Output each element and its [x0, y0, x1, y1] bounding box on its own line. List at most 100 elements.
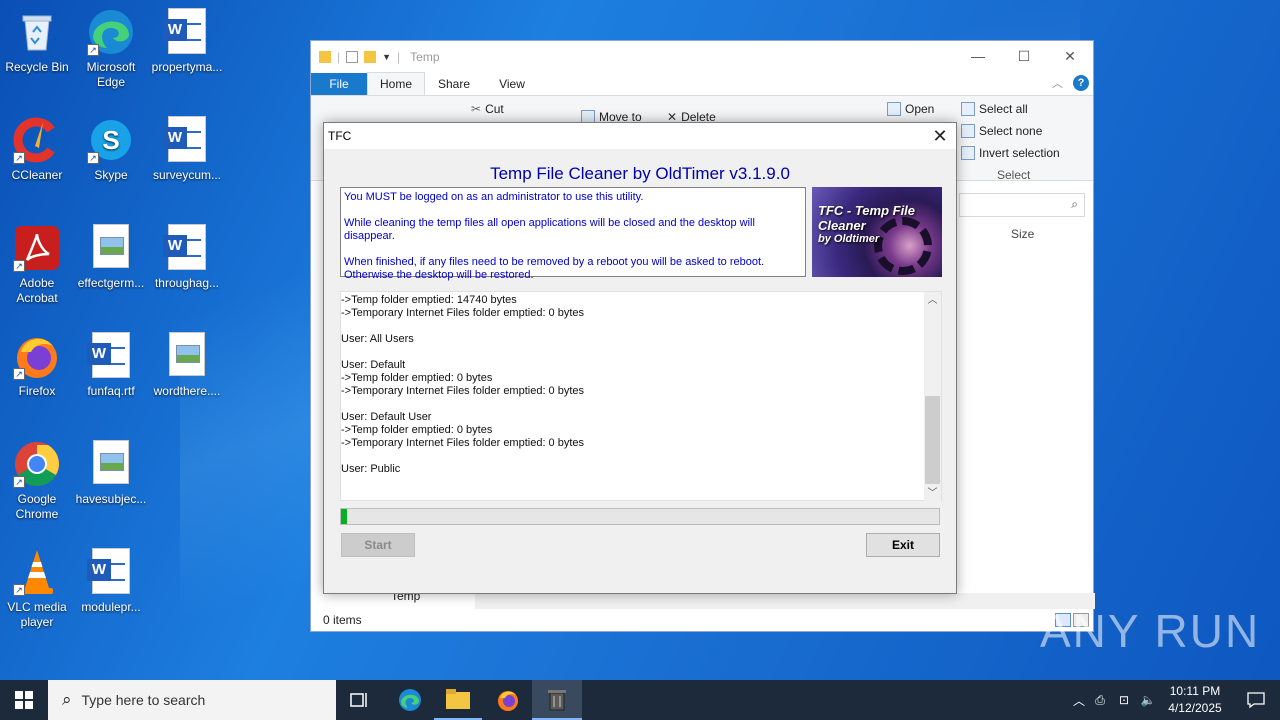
desktop-icon-label: Skype: [94, 168, 128, 182]
show-hidden-icons-icon[interactable]: ︿: [1070, 692, 1088, 709]
desktop-icon-label: effectgerm...: [77, 276, 145, 290]
anyrun-watermark: ANY RUN: [1040, 605, 1261, 657]
desktop-icon-label: propertyma...: [151, 60, 223, 74]
exit-button[interactable]: Exit: [866, 533, 940, 557]
word-document-icon: W: [163, 116, 211, 164]
select-none-icon: [961, 124, 975, 138]
invert-selection-button[interactable]: Invert selection: [961, 146, 1060, 160]
firefox-icon: [498, 691, 518, 711]
search-icon: ⌕: [62, 690, 72, 709]
invert-selection-icon: [961, 146, 975, 160]
select-all-button[interactable]: Select all: [961, 102, 1028, 116]
tfc-log-box[interactable]: ->Temp folder emptied: 14740 bytes ->Temp…: [340, 291, 942, 502]
log-line: User: Public: [341, 463, 401, 475]
taskbar-edge[interactable]: [386, 680, 434, 720]
column-header-size[interactable]: Size: [1011, 227, 1034, 241]
desktop-icon-label: modulepr...: [81, 600, 141, 614]
ribbon-tabs: File Home Share View ︿ ?: [311, 72, 1093, 95]
word-document-icon: W: [163, 224, 211, 272]
taskbar-firefox[interactable]: [484, 680, 532, 720]
tfc-titlebar[interactable]: TFC ✕: [324, 123, 956, 149]
vlc-cone-icon: ↗: [13, 548, 61, 596]
desktop-icon-label: VLC media player: [7, 600, 67, 629]
explorer-titlebar[interactable]: | ▼ | Temp — ☐ ✕: [311, 41, 1093, 73]
scroll-down-icon[interactable]: ﹀: [924, 485, 941, 502]
volume-icon[interactable]: 🔈: [1136, 693, 1160, 707]
skype-icon: S ↗: [87, 116, 135, 164]
info-line: When finished, if any files need to be r…: [344, 256, 765, 268]
horizontal-scrollbar[interactable]: [475, 593, 1095, 609]
desktop-icon-modulepr[interactable]: W modulepr...: [74, 548, 148, 615]
chevron-down-icon[interactable]: ▼: [382, 52, 391, 62]
log-line: ->Temporary Internet Files folder emptie…: [341, 437, 585, 449]
task-view-button[interactable]: [336, 680, 384, 720]
minimize-button[interactable]: —: [955, 41, 1001, 71]
tab-home[interactable]: Home: [367, 72, 425, 95]
cut-button[interactable]: ✂ Cut: [471, 102, 504, 116]
ccleaner-icon: ↗: [13, 116, 61, 164]
chevron-up-icon[interactable]: ︿: [1052, 75, 1063, 91]
explorer-search-box[interactable]: ⌕: [959, 193, 1085, 217]
tab-view[interactable]: View: [483, 73, 541, 95]
properties-icon[interactable]: [346, 51, 359, 63]
maximize-button[interactable]: ☐: [1001, 41, 1047, 71]
tab-share[interactable]: Share: [425, 73, 483, 95]
desktop-icon-edge[interactable]: ↗ Microsoft Edge: [74, 8, 148, 90]
desktop-icon-vlc[interactable]: ↗ VLC media player: [0, 548, 74, 630]
help-icon[interactable]: ?: [1073, 75, 1089, 91]
windows-logo-icon: [15, 691, 33, 709]
close-button[interactable]: ✕: [924, 123, 956, 149]
desktop-icon-propertyma[interactable]: W propertyma...: [150, 8, 224, 75]
word-document-icon: W: [87, 332, 135, 380]
taskbar: ⌕ Type here to search ︿ ⎙ ⊡ 🔈 10:11 PM 4…: [0, 680, 1280, 720]
desktop-icon-google-chrome[interactable]: ↗ Google Chrome: [0, 440, 74, 522]
open-button[interactable]: Open: [887, 102, 934, 116]
edge-icon: ↗: [87, 8, 135, 56]
tfc-dialog[interactable]: TFC ✕ Temp File Cleaner by OldTimer v3.1…: [323, 122, 957, 594]
tab-file[interactable]: File: [311, 73, 367, 95]
close-button[interactable]: ✕: [1047, 41, 1093, 71]
tfc-logo: TFC - Temp File Cleaner by Oldtimer: [812, 187, 942, 277]
word-document-icon: W: [87, 548, 135, 596]
search-icon: ⌕: [1071, 197, 1078, 211]
log-line: User: All Users: [341, 333, 414, 345]
system-tray: ︿ ⎙ ⊡ 🔈: [1070, 680, 1160, 720]
taskbar-tfc[interactable]: [532, 680, 582, 720]
desktop-icon-wordthere[interactable]: wordthere....: [150, 332, 224, 399]
meet-now-icon[interactable]: ⎙: [1088, 693, 1112, 708]
vertical-scrollbar[interactable]: ︿ ﹀: [924, 292, 941, 502]
new-folder-icon[interactable]: [364, 51, 377, 63]
log-line: ->Temporary Internet Files folder emptie…: [341, 385, 585, 397]
desktop-icon-recycle-bin[interactable]: Recycle Bin: [0, 8, 74, 75]
desktop-icon-label: funfaq.rtf: [87, 384, 135, 398]
shortcut-arrow-icon: ↗: [13, 476, 25, 488]
desktop-icon-adobe-acrobat[interactable]: ↗ Adobe Acrobat: [0, 224, 74, 306]
taskbar-file-explorer[interactable]: [434, 680, 482, 720]
clock-date: 4/12/2025: [1168, 701, 1222, 715]
image-file-icon: [87, 440, 135, 488]
desktop-icon-havesubjec[interactable]: havesubjec...: [74, 440, 148, 507]
log-line: ->Temp folder emptied: 0 bytes: [341, 424, 493, 436]
desktop-icon-throughag[interactable]: W throughag...: [150, 224, 224, 291]
notification-center-button[interactable]: [1232, 680, 1280, 720]
desktop-icon-skype[interactable]: S ↗ Skype: [74, 116, 148, 183]
taskbar-clock[interactable]: 10:11 PM 4/12/2025: [1162, 683, 1228, 717]
desktop-icon-funfaq[interactable]: W funfaq.rtf: [74, 332, 148, 399]
desktop-icon-label: CCleaner: [11, 168, 63, 182]
desktop-icon-surveycum[interactable]: W surveycum...: [150, 116, 224, 183]
desktop-icon-ccleaner[interactable]: ↗ CCleaner: [0, 116, 74, 183]
desktop-icon-firefox[interactable]: ↗ Firefox: [0, 332, 74, 399]
start-button[interactable]: [0, 680, 48, 720]
search-placeholder: Type here to search: [81, 692, 206, 708]
task-view-icon: [350, 693, 367, 707]
scroll-up-icon[interactable]: ︿: [924, 292, 941, 309]
taskbar-search-box[interactable]: ⌕ Type here to search: [48, 680, 336, 720]
select-none-button[interactable]: Select none: [961, 124, 1042, 138]
desktop-icon-effectgerm[interactable]: effectgerm...: [74, 224, 148, 291]
start-button[interactable]: Start: [341, 533, 415, 557]
scroll-thumb[interactable]: [925, 396, 940, 484]
network-icon[interactable]: ⊡: [1112, 693, 1136, 707]
